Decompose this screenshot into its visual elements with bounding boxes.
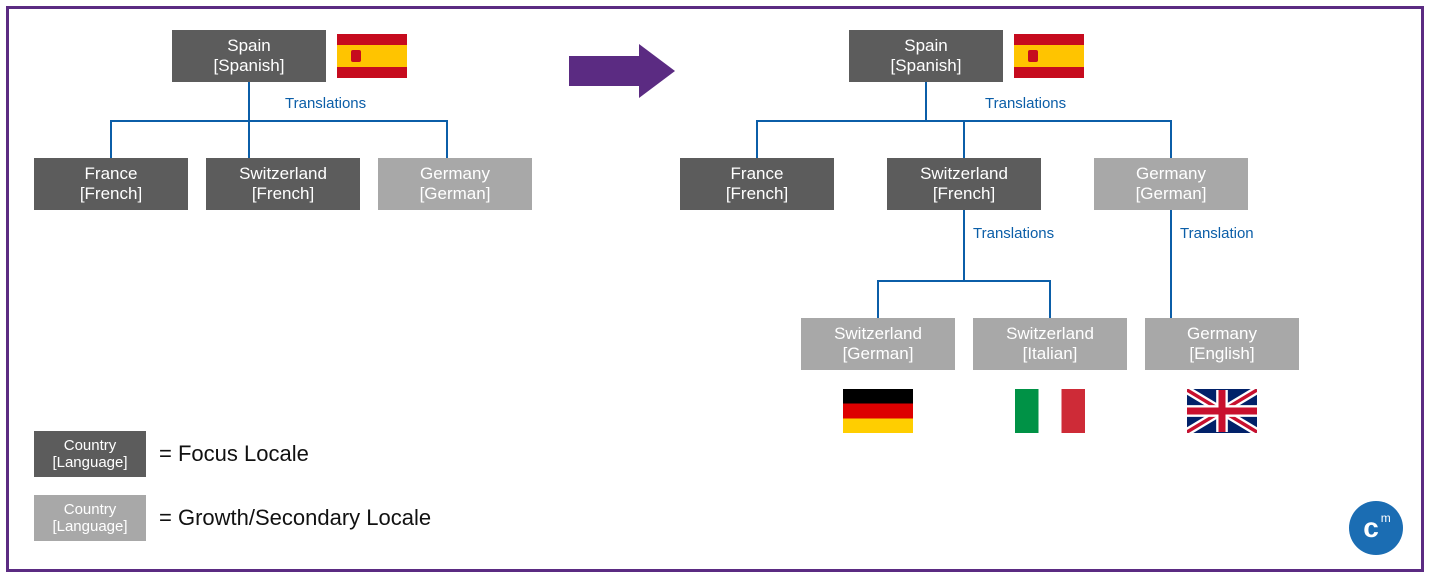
legend-growth-swatch: Country [Language] — [34, 495, 146, 541]
connector — [248, 82, 250, 120]
language: [French] — [933, 184, 995, 204]
legend-language: [Language] — [52, 518, 127, 535]
translations-label: Translations — [973, 225, 1054, 242]
uk-flag-icon — [1187, 389, 1257, 433]
country: Switzerland — [239, 164, 327, 184]
node-left-switzerland: Switzerland [French] — [206, 158, 360, 210]
node-left-france: France [French] — [34, 158, 188, 210]
language: [French] — [80, 184, 142, 204]
node-left-germany: Germany [German] — [378, 158, 532, 210]
logo-text: c — [1363, 512, 1379, 544]
language: [French] — [252, 184, 314, 204]
spain-flag-icon — [1014, 34, 1084, 78]
country: Spain — [904, 36, 947, 56]
connector — [925, 82, 927, 120]
connector — [877, 280, 1051, 282]
language: [Spanish] — [891, 56, 962, 76]
germany-flag-icon — [843, 389, 913, 433]
connector — [1170, 210, 1172, 318]
connector — [877, 280, 879, 318]
language: [German] — [1136, 184, 1207, 204]
connector — [248, 120, 250, 158]
country: Germany — [1136, 164, 1206, 184]
language: [French] — [726, 184, 788, 204]
node-left-spain: Spain [Spanish] — [172, 30, 326, 82]
country: Switzerland — [834, 324, 922, 344]
language: [Spanish] — [214, 56, 285, 76]
legend-country: Country — [64, 437, 117, 454]
node-right-germany: Germany [German] — [1094, 158, 1248, 210]
legend-focus-text: = Focus Locale — [159, 441, 309, 467]
country: Germany — [420, 164, 490, 184]
spain-flag-icon — [337, 34, 407, 78]
country: France — [731, 164, 784, 184]
language: [German] — [420, 184, 491, 204]
legend-focus-swatch: Country [Language] — [34, 431, 146, 477]
logo-sup: m — [1381, 511, 1391, 525]
node-right-spain: Spain [Spanish] — [849, 30, 1003, 82]
translations-label: Translations — [285, 95, 366, 112]
connector — [963, 210, 965, 280]
connector — [446, 120, 448, 158]
legend-language: [Language] — [52, 454, 127, 471]
connector — [756, 120, 758, 158]
legend-country: Country — [64, 501, 117, 518]
country: Switzerland — [920, 164, 1008, 184]
node-right-swiss-italian: Switzerland [Italian] — [973, 318, 1127, 370]
connector — [1049, 280, 1051, 318]
diagram-frame: Spain [Spanish] Translations France [Fre… — [6, 6, 1424, 572]
italy-flag-icon — [1015, 389, 1085, 433]
connector — [1170, 120, 1172, 158]
country: Germany — [1187, 324, 1257, 344]
node-right-swiss-german: Switzerland [German] — [801, 318, 955, 370]
country: Spain — [227, 36, 270, 56]
country: France — [85, 164, 138, 184]
brand-logo-icon: cm — [1349, 501, 1403, 555]
legend-growth-text: = Growth/Secondary Locale — [159, 505, 431, 531]
language: [German] — [843, 344, 914, 364]
node-right-switzerland: Switzerland [French] — [887, 158, 1041, 210]
translation-label: Translation — [1180, 225, 1254, 242]
connector — [110, 120, 448, 122]
connector — [963, 120, 965, 158]
translations-label: Translations — [985, 95, 1066, 112]
country: Switzerland — [1006, 324, 1094, 344]
language: [English] — [1189, 344, 1254, 364]
node-right-germany-english: Germany [English] — [1145, 318, 1299, 370]
node-right-france: France [French] — [680, 158, 834, 210]
connector — [110, 120, 112, 158]
language: [Italian] — [1023, 344, 1078, 364]
